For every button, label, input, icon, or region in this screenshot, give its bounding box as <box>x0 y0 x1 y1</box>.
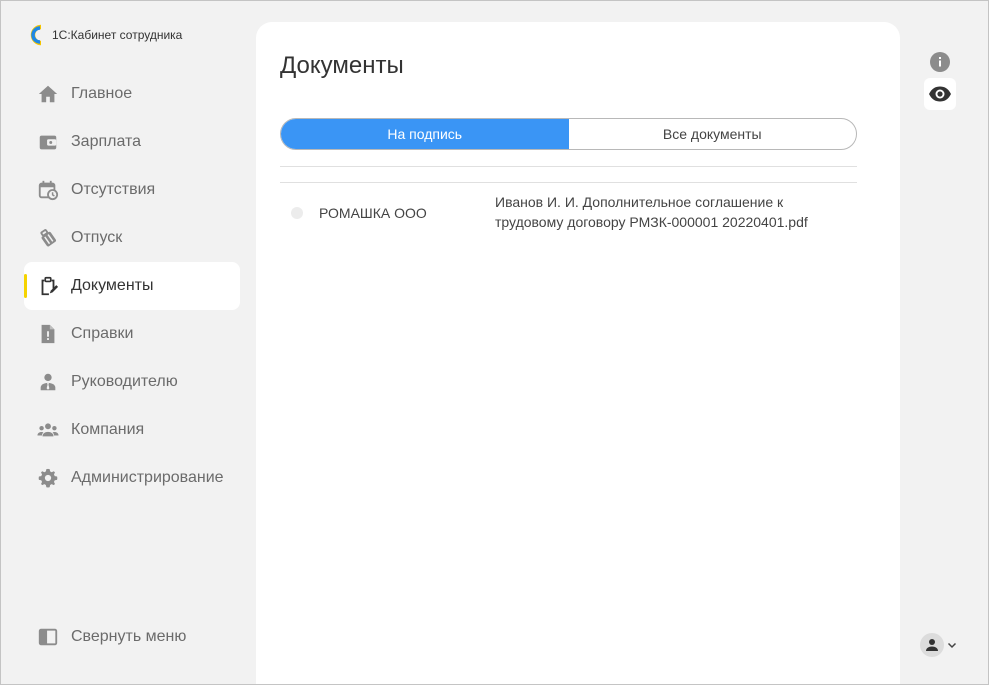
document-organization: РОМАШКА ООО <box>319 205 427 221</box>
nav-item-label: Отпуск <box>71 229 123 246</box>
user-icon <box>926 639 938 651</box>
nav-item-label: Компания <box>71 421 145 438</box>
gear-icon <box>36 466 60 490</box>
manager-icon <box>36 370 60 394</box>
tab-all-documents[interactable]: Все документы <box>569 119 857 149</box>
app-brand[interactable]: 1С:Кабинет сотрудника <box>26 24 182 46</box>
nav-item-certificates[interactable]: Справки <box>24 310 240 358</box>
view-mode-button[interactable] <box>924 78 956 110</box>
collapse-menu-button[interactable]: Свернуть меню <box>24 613 240 661</box>
eye-icon <box>929 86 951 102</box>
nav-item-absences[interactable]: Отсутствия <box>24 166 240 214</box>
main-nav: Главное Зарплата Отсутствия Отпуск Докум… <box>24 70 240 502</box>
chevron-down-icon <box>947 640 957 650</box>
nav-item-vacation[interactable]: Отпуск <box>24 214 240 262</box>
nav-item-company[interactable]: Компания <box>24 406 240 454</box>
app-name: 1С:Кабинет сотрудника <box>52 28 183 42</box>
info-button[interactable] <box>930 52 950 72</box>
nav-item-label: Администрирование <box>71 469 224 486</box>
status-dot-icon <box>291 207 303 219</box>
info-icon <box>939 57 941 67</box>
group-icon <box>36 418 60 442</box>
nav-item-label: Руководителю <box>71 373 178 390</box>
avatar <box>920 633 944 657</box>
main-panel: Документы На подпись Все документы РОМАШ… <box>256 22 900 685</box>
document-name[interactable]: Иванов И. И. Дополнительное соглашение к… <box>495 192 835 232</box>
nav-item-label: Справки <box>71 325 134 342</box>
nav-item-documents[interactable]: Документы <box>24 262 240 310</box>
user-menu-button[interactable] <box>920 633 960 657</box>
sidebar: 1С:Кабинет сотрудника Главное Зарплата О… <box>0 0 256 685</box>
calendar-clock-icon <box>36 178 60 202</box>
page-title: Документы <box>280 52 404 79</box>
nav-item-label: Документы <box>71 277 154 294</box>
nav-item-home[interactable]: Главное <box>24 70 240 118</box>
collapse-menu-label: Свернуть меню <box>71 628 187 645</box>
tab-to-sign[interactable]: На подпись <box>281 119 569 149</box>
clipboard-edit-icon <box>36 274 60 298</box>
nav-item-label: Главное <box>71 85 133 102</box>
luggage-icon <box>36 226 60 250</box>
nav-item-salary[interactable]: Зарплата <box>24 118 240 166</box>
home-icon <box>36 82 60 106</box>
document-tabs: На подпись Все документы <box>280 118 857 150</box>
divider <box>280 182 857 183</box>
divider <box>280 166 857 167</box>
document-alert-icon <box>36 322 60 346</box>
wallet-icon <box>36 130 60 154</box>
nav-item-label: Отсутствия <box>71 181 156 198</box>
app-logo-icon <box>30 24 42 46</box>
nav-item-label: Зарплата <box>71 133 142 150</box>
nav-item-administration[interactable]: Администрирование <box>24 454 240 502</box>
nav-item-manager[interactable]: Руководителю <box>24 358 240 406</box>
document-row[interactable]: РОМАШКА ООО Иванов И. И. Дополнительное … <box>280 192 857 236</box>
sidebar-collapse-icon <box>36 625 60 649</box>
